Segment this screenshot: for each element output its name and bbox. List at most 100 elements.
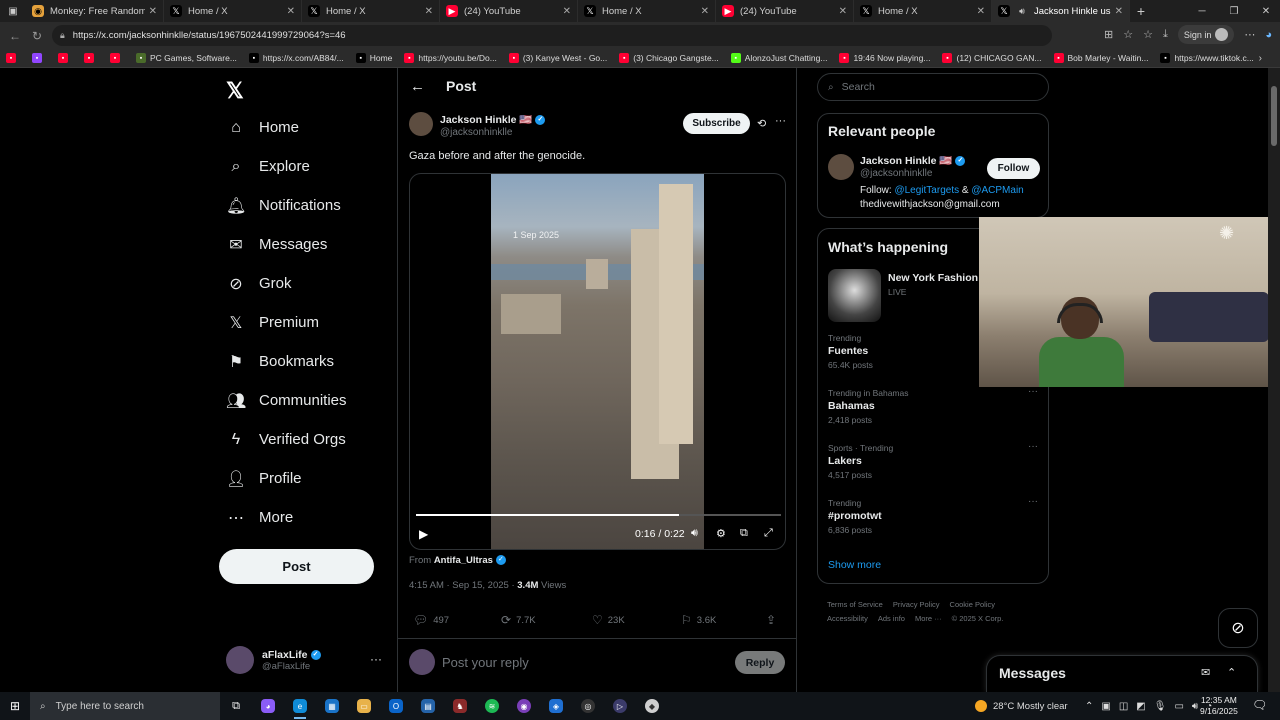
spotify-icon[interactable]: ≋ (476, 692, 508, 720)
video-player[interactable]: 1 Sep 2025 ▶ 0:16 / 0:22 🔊︎ ⚙ ⧉ ⤢ (409, 173, 786, 550)
nav-item-messages[interactable]: ✉ Messages (226, 225, 347, 264)
footer-link[interactable]: Terms of Service (827, 600, 883, 609)
microphone-icon[interactable]: 🎙︎ (1154, 701, 1167, 712)
bookmark-item[interactable]: ▪ Bob Marley - Waitin... (1053, 53, 1148, 63)
browser-tab[interactable]: 𝕏 Home / X ✕ (578, 0, 716, 22)
grok-fab-icon[interactable]: ⊘ (1218, 608, 1258, 648)
bookmark-button[interactable]: ⚐ 3.6K (681, 613, 716, 627)
close-tab-icon[interactable]: ✕ (149, 6, 157, 17)
bookmark-item[interactable]: ▪ https://www.tiktok.c... (1160, 53, 1254, 63)
close-tab-icon[interactable]: ✕ (1115, 6, 1123, 17)
store-icon[interactable]: ▦ (316, 692, 348, 720)
avatar[interactable] (409, 112, 433, 136)
close-tab-icon[interactable]: ✕ (563, 6, 571, 17)
author-handle[interactable]: @jacksonhinklle (440, 127, 512, 138)
tray-app-icon[interactable]: ◫ (1119, 701, 1128, 712)
trend-item[interactable]: Trending in Bahamas Bahamas 2,418 posts ··· (828, 386, 1038, 425)
search-input[interactable]: ⌕ Search (817, 73, 1049, 101)
chevron-up-icon[interactable]: ⌃ (1085, 701, 1093, 712)
copilot-icon[interactable]: ◕ (1265, 29, 1272, 41)
close-tab-icon[interactable]: ✕ (977, 6, 985, 17)
grok-explain-icon[interactable]: ⟲ (757, 117, 766, 130)
volume-icon[interactable]: 🔊︎ (691, 527, 698, 540)
taskbar-clock[interactable]: 12:35 AM 9/16/2025 (1200, 695, 1238, 717)
nav-item-home[interactable]: ⌂ Home (226, 108, 347, 147)
volume-icon[interactable]: 🔊︎ (1192, 701, 1198, 712)
new-message-icon[interactable]: ✉ (1201, 666, 1210, 679)
browser-tab[interactable]: 𝕏 Home / X ✕ (302, 0, 440, 22)
nav-item-communities[interactable]: 👥︎ Communities (226, 381, 347, 420)
shield-app-icon[interactable]: ◆ (636, 692, 668, 720)
author-name[interactable]: Jackson Hinkle 🇺🇸 ✓ (440, 113, 546, 126)
minimize-icon[interactable]: ─ (1186, 0, 1218, 22)
account-more-icon[interactable]: ··· (370, 652, 382, 666)
tab-actions-icon[interactable]: ▣ (0, 6, 26, 17)
bookmark-item[interactable]: ▪ AlonzoJust Chatting... (730, 53, 827, 63)
pip-icon[interactable]: ⧉ (740, 527, 748, 540)
browser-tab[interactable]: 𝕏 Home / X ✕ (854, 0, 992, 22)
media-app-icon[interactable]: ▷ (604, 692, 636, 720)
trend-item[interactable]: Trending #promotwt 6,836 posts ··· (828, 496, 1038, 535)
downloads-icon[interactable]: ⤓ (1163, 28, 1168, 41)
video-settings-icon[interactable]: ⚙ (716, 527, 726, 540)
person-handle[interactable]: @jacksonhinklle (860, 168, 932, 179)
refresh-icon[interactable]: ↻ (26, 29, 48, 43)
repost-button[interactable]: ⟳ 7.7K (501, 613, 536, 627)
close-tab-icon[interactable]: ✕ (839, 6, 847, 17)
play-icon[interactable]: ▶ (419, 527, 428, 541)
calculator-icon[interactable]: ▤ (412, 692, 444, 720)
reply-input[interactable]: Post your reply (442, 655, 529, 670)
x-logo-icon[interactable]: 𝕏 (226, 78, 244, 104)
browser-tab[interactable]: ▶ (24) YouTube ✕ (440, 0, 578, 22)
subscribe-button[interactable]: Subscribe (683, 113, 750, 134)
bookmark-item[interactable]: ▪ Home (355, 53, 392, 63)
nav-item-premium[interactable]: 𝕏 Premium (226, 303, 347, 342)
restore-icon[interactable]: ❐ (1218, 0, 1250, 22)
fullscreen-icon[interactable]: ⤢ (764, 527, 773, 540)
nav-item-verified-orgs[interactable]: ϟ Verified Orgs (226, 420, 347, 459)
post-compose-button[interactable]: Post (219, 549, 374, 584)
bookmark-item[interactable]: ▪ (6, 53, 20, 63)
nav-item-explore[interactable]: ⌕ Explore (226, 147, 347, 186)
browser-tab[interactable]: ◉ Monkey: Free Random Vide ✕ (26, 0, 164, 22)
copilot-app-icon[interactable]: ◕ (252, 692, 284, 720)
footer-link[interactable]: Cookie Policy (950, 600, 995, 609)
chrome-icon[interactable]: ◉ (508, 692, 540, 720)
reply-submit-button[interactable]: Reply (735, 651, 785, 674)
nav-item-more[interactable]: ⋯ More (226, 498, 347, 537)
bookmark-item[interactable]: ▪ 19:46 Now playing... (839, 53, 930, 63)
event-name[interactable]: New York Fashion W (888, 272, 991, 284)
bookmark-item[interactable]: ▪ (110, 53, 124, 63)
back-arrow-icon[interactable]: ← (410, 78, 425, 95)
taskbar-search[interactable]: ⌕ Type here to search (30, 692, 220, 720)
bookmark-item[interactable]: ▪ PC Games, Software... (136, 53, 237, 63)
nav-item-notifications[interactable]: 🔔︎ Notifications (226, 186, 347, 225)
video-progress-bar[interactable] (416, 514, 781, 516)
footer-link[interactable]: Privacy Policy (893, 600, 940, 609)
url-bar[interactable]: 🔒︎ https://x.com/jacksonhinklle/status/1… (52, 25, 1052, 46)
task-view-icon[interactable]: ⧉ (220, 692, 252, 720)
close-tab-icon[interactable]: ✕ (287, 6, 295, 17)
nav-item-profile[interactable]: 👤︎ Profile (226, 459, 347, 498)
sign-in-button[interactable]: Sign in (1177, 25, 1235, 44)
browser-tab[interactable]: 𝕏 🔊︎ Jackson Hinkle us on X ✕ (992, 0, 1130, 22)
favorites-icon[interactable]: ☆ (1143, 28, 1153, 41)
nav-item-grok[interactable]: ⊘ Grok (226, 264, 347, 303)
footer-link[interactable]: More ··· (915, 614, 942, 623)
footer-link[interactable]: © 2025 X Corp. (952, 614, 1004, 623)
close-window-icon[interactable]: ✕ (1250, 0, 1280, 22)
source-account[interactable]: Antifa_Ultras (434, 555, 493, 566)
windows-start-icon[interactable]: ⊞ (0, 699, 30, 713)
github-icon[interactable]: ◎ (572, 692, 604, 720)
tray-app-icon[interactable]: ◩ (1136, 701, 1145, 712)
vpn-icon[interactable]: ◈ (540, 692, 572, 720)
bookmark-item[interactable]: ▪ (58, 53, 72, 63)
share-button[interactable]: ⇪ (766, 613, 776, 627)
game-app-icon[interactable]: ♞ (444, 692, 476, 720)
expand-drawer-icon[interactable]: ⌃ (1227, 666, 1236, 679)
bookmarks-more-icon[interactable]: › (1259, 53, 1262, 64)
post-timestamp[interactable]: 4:15 AM · Sep 15, 2025 · (409, 580, 515, 591)
footer-link[interactable]: Ads info (878, 614, 905, 623)
page-scrollbar[interactable] (1268, 68, 1280, 692)
like-button[interactable]: ♡ 23K (592, 613, 625, 627)
